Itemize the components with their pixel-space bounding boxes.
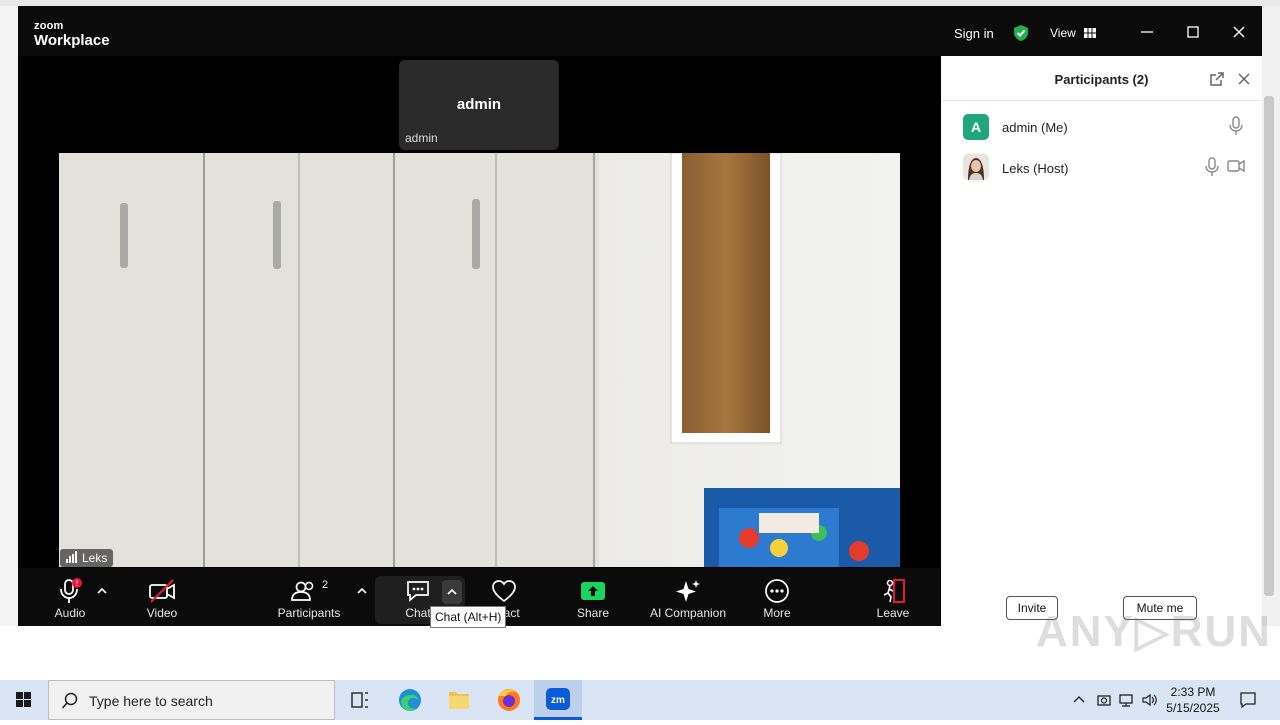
heart-icon	[492, 580, 516, 603]
sign-in-button[interactable]: Sign in	[954, 26, 994, 41]
participants-icon: 2	[291, 579, 328, 601]
microphone-icon[interactable]	[1204, 157, 1220, 177]
thumbnail-display-name: admin	[456, 96, 502, 113]
participant-name: Leks (Host)	[1002, 161, 1069, 176]
video-name-text: Leks	[82, 551, 108, 565]
search-icon	[61, 692, 78, 709]
video-label: Video	[146, 606, 178, 620]
maximize-icon[interactable]	[1181, 20, 1205, 44]
audio-label: Audio	[54, 606, 86, 620]
signal-strength-icon	[66, 550, 78, 568]
chat-options-caret-icon	[447, 588, 457, 595]
participants-panel: Participants (2) A admin (Me) Leks (Host…	[941, 56, 1262, 626]
thumbnail-name-label: admin	[405, 131, 438, 145]
background-page-left	[0, 6, 19, 680]
share-button[interactable]: Share	[553, 572, 633, 624]
video-camera-icon[interactable]	[1227, 159, 1245, 173]
taskbar-search-box[interactable]: Type here to search	[48, 680, 335, 720]
video-off-icon	[149, 579, 175, 603]
volume-icon[interactable]	[1141, 692, 1157, 708]
participants-button[interactable]: 2 Participants	[269, 572, 349, 624]
participants-count: 2	[322, 579, 328, 591]
participant-row[interactable]: Leks (Host)	[941, 151, 1262, 191]
notifications-icon[interactable]	[1239, 691, 1257, 709]
task-view-icon	[351, 692, 368, 708]
folder-icon	[449, 692, 469, 709]
pop-out-icon[interactable]	[1209, 71, 1225, 87]
participants-options-caret-icon[interactable]	[355, 584, 369, 598]
main-video-feed[interactable]	[59, 153, 900, 567]
chat-icon	[407, 581, 429, 602]
meeting-toolbar: ! Audio Video 2 Participants Chat Share …	[18, 568, 940, 628]
start-button[interactable]	[0, 680, 48, 720]
title-bar: zoom Workplace Sign in View	[18, 6, 1262, 56]
participant-thumbnail[interactable]: admin admin	[399, 60, 559, 150]
more-icon	[765, 579, 789, 603]
taskbar-clock[interactable]: 2:33 PM 5/15/2025	[1160, 684, 1226, 716]
firefox-app-button[interactable]	[485, 680, 533, 720]
search-placeholder: Type here to search	[89, 693, 213, 709]
anyrun-watermark: ANY▷RUN	[1036, 607, 1273, 656]
network-icon[interactable]	[1118, 692, 1134, 708]
zoom-app-icon: zm	[546, 688, 570, 710]
firefox-icon	[498, 689, 520, 711]
participant-row[interactable]: A admin (Me)	[941, 110, 1262, 150]
show-hidden-icons-icon[interactable]	[1071, 692, 1087, 708]
leave-button[interactable]: Leave	[853, 572, 933, 624]
clock-time: 2:33 PM	[1170, 685, 1216, 699]
grid-view-icon[interactable]	[1084, 28, 1096, 38]
leave-label: Leave	[876, 606, 910, 620]
clock-date: 5/15/2025	[1166, 701, 1220, 715]
more-label: More	[763, 606, 791, 620]
zoom-logo-small: zoom	[34, 20, 64, 32]
zoom-logo-workplace: Workplace	[34, 32, 110, 49]
audio-alert-badge: !	[76, 579, 78, 588]
microphone-icon: !	[60, 578, 82, 603]
windows-taskbar: Type here to search zm 2:33 PM 5/15/2025	[0, 680, 1280, 720]
windows-logo-icon	[16, 692, 31, 707]
share-label: Share	[576, 606, 610, 620]
chat-options-button[interactable]	[442, 580, 462, 604]
camera-tray-icon[interactable]	[1096, 692, 1112, 708]
close-panel-icon[interactable]	[1236, 71, 1252, 87]
audio-button[interactable]: ! Audio	[30, 572, 110, 624]
video-frame-image	[59, 153, 900, 567]
view-button[interactable]: View	[1050, 26, 1076, 40]
chat-tooltip: Chat (Alt+H)	[430, 606, 507, 628]
video-button[interactable]: Video	[122, 572, 202, 624]
more-button[interactable]: More	[737, 572, 817, 624]
zoom-app-button[interactable]: zm	[534, 680, 582, 720]
ai-sparkle-icon	[676, 580, 700, 602]
participants-panel-header: Participants (2)	[941, 56, 1262, 101]
leave-door-icon	[883, 579, 905, 603]
avatar	[963, 154, 989, 180]
edge-icon	[399, 689, 421, 711]
file-explorer-button[interactable]	[435, 680, 483, 720]
minimize-icon[interactable]	[1135, 20, 1159, 44]
share-screen-icon	[581, 582, 605, 600]
zoom-app-text: zm	[551, 695, 565, 706]
audio-options-caret-icon[interactable]	[95, 584, 109, 598]
avatar: A	[963, 114, 989, 140]
ai-companion-button[interactable]: AI Companion	[640, 572, 736, 624]
close-window-icon[interactable]	[1227, 20, 1251, 44]
shield-icon[interactable]	[1012, 24, 1030, 42]
edge-app-button[interactable]	[386, 680, 434, 720]
background-page-right	[1262, 6, 1280, 680]
participants-label: Participants	[277, 606, 341, 620]
ai-companion-label: AI Companion	[649, 606, 727, 620]
zoom-window: zoom Workplace Sign in View admin admin	[18, 6, 1262, 628]
task-view-button[interactable]	[336, 680, 384, 720]
background-scrollbar[interactable]	[1264, 96, 1274, 596]
video-name-label: Leks	[60, 549, 114, 568]
participant-name: admin (Me)	[1002, 120, 1068, 135]
microphone-icon[interactable]	[1228, 116, 1244, 136]
